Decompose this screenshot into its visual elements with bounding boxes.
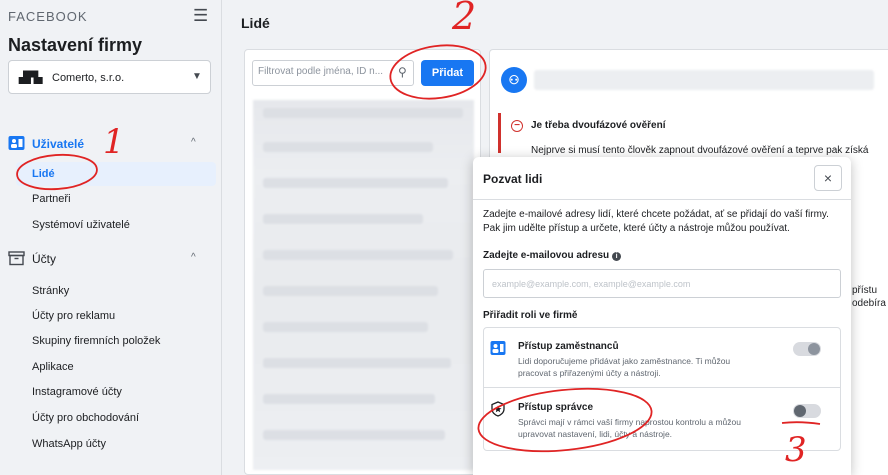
people-badge-icon (490, 341, 506, 355)
role-name: Přístup zaměstnanců (518, 341, 619, 352)
annotation-number: 1 (103, 122, 125, 162)
menu-icon[interactable]: ☰ (193, 6, 208, 26)
archive-box-icon (8, 251, 25, 266)
people-badge-icon (8, 136, 25, 150)
company-name: Comerto, s.r.o. (52, 72, 125, 84)
sidebar-item-whatsapp-ucty[interactable]: WhatsApp účty (16, 432, 216, 456)
company-logo-icon: ▟▛▙ (19, 72, 42, 84)
annotation-number: 3 (785, 430, 807, 470)
dialog-intro: Zadejte e-mailové adresy lidí, které chc… (483, 209, 829, 234)
main-title: Lidé (241, 15, 270, 31)
chevron-up-icon[interactable]: ^ (191, 252, 196, 263)
sidebar-item-ucty-pro-obchodovani[interactable]: Účty pro obchodování (16, 406, 216, 430)
caret-down-icon: ▼ (192, 71, 202, 82)
role-description: Lidi doporučujeme přidávat jako zaměstna… (518, 356, 731, 378)
email-label: Zadejte e-mailovou adresu i (483, 250, 622, 261)
close-button[interactable]: × (814, 165, 842, 191)
background-text-fragment: odebíra (852, 298, 886, 309)
avatar: ⚇ (501, 67, 527, 93)
minus-circle-icon: − (511, 120, 523, 132)
divider (473, 199, 851, 200)
sidebar-item-aplikace[interactable]: Aplikace (16, 355, 216, 379)
toggle-knob (808, 343, 820, 355)
section-label: Uživatelé (32, 137, 85, 151)
role-description: Správci mají v rámci vaší firmy naprosto… (518, 417, 741, 439)
section-label: Účty (32, 252, 56, 266)
role-name: Přístup správce (518, 402, 594, 413)
sidebar-item-stranky[interactable]: Stránky (16, 279, 216, 303)
toggle-knob (794, 405, 806, 417)
alert-banner: − Je třeba dvoufázové ověření Nejprve si… (498, 113, 888, 156)
sidebar: FACEBOOK ☰ Nastavení firmy ▟▛▙ Comerto, … (0, 0, 222, 475)
invite-people-dialog: Pozvat lidi × Zadejte e-mailové adresy l… (473, 157, 851, 475)
annotation-number: 2 (452, 0, 477, 38)
sidebar-item-systemovi-uzivatele[interactable]: Systémoví uživatelé (16, 213, 216, 237)
filter-box[interactable]: ⚲ (252, 60, 414, 86)
person-name-blurred (534, 70, 874, 90)
add-button[interactable]: Přidat (421, 60, 474, 86)
admin-access-toggle[interactable] (793, 404, 821, 418)
alert-text: Nejprve si musí tento člověk zapnout dvo… (531, 145, 869, 156)
company-selector[interactable]: ▟▛▙ Comerto, s.r.o. ▼ (8, 60, 211, 94)
sidebar-item-instagramove-ucty[interactable]: Instagramové účty (16, 380, 216, 404)
filter-input[interactable] (258, 66, 390, 77)
page-title: Nastavení firmy (8, 35, 143, 55)
star-shield-icon (491, 401, 505, 417)
search-icon[interactable]: ⚲ (398, 65, 407, 79)
info-icon[interactable]: i (612, 252, 622, 261)
email-field[interactable] (483, 269, 841, 298)
sidebar-item-lide[interactable]: Lidé (16, 162, 216, 186)
people-list-panel: ⚲ Přidat (244, 49, 481, 475)
alert-title: Je třeba dvoufázové ověření (531, 120, 666, 131)
section-accounts[interactable]: Účty ^ (8, 250, 213, 272)
people-list-blurred (253, 100, 474, 470)
employee-access-toggle[interactable] (793, 342, 821, 356)
email-label-text: Zadejte e-mailovou adresu (483, 250, 610, 261)
sidebar-item-skupiny-firemnich-polozek[interactable]: Skupiny firemních položek (16, 329, 216, 353)
brand-wordmark: FACEBOOK (8, 9, 88, 24)
chevron-up-icon[interactable]: ^ (191, 137, 196, 148)
sidebar-item-partneri[interactable]: Partneři (16, 187, 216, 211)
sidebar-item-ucty-pro-reklamu[interactable]: Účty pro reklamu (16, 304, 216, 328)
role-employee[interactable]: Přístup zaměstnanců Lidi doporučujeme př… (484, 328, 840, 388)
role-label: Přiřadit roli ve firmě (483, 310, 578, 321)
background-text-fragment: přístu (852, 285, 878, 296)
dialog-title: Pozvat lidi (483, 172, 543, 186)
